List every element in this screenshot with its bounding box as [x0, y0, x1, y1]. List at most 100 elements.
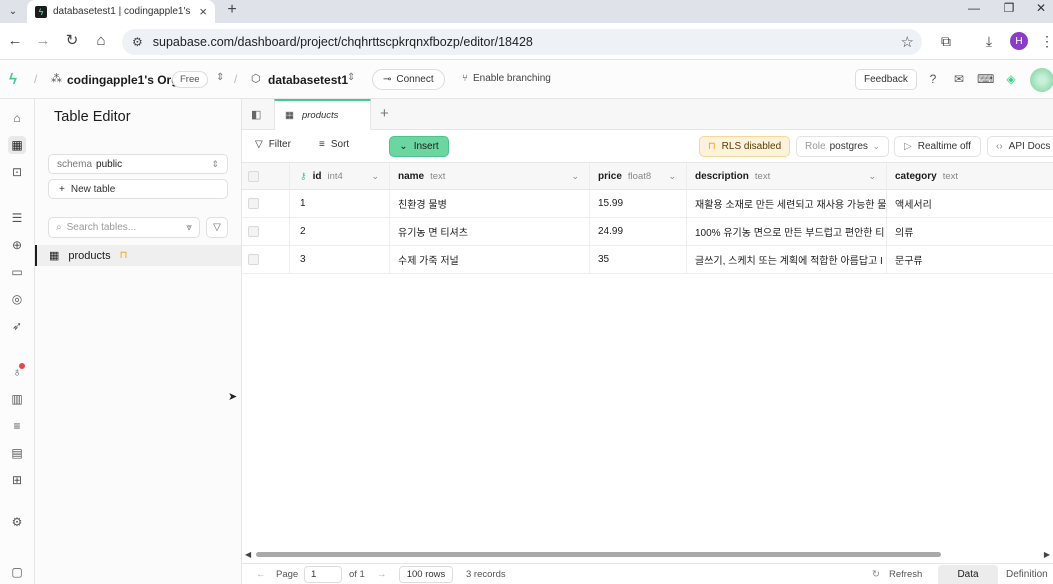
feedback-button[interactable]: Feedback — [855, 69, 917, 90]
chevron-down-icon[interactable]: ⌄ — [571, 171, 579, 182]
bookmark-star-icon[interactable]: ☆ — [901, 33, 914, 51]
settings-gear-icon[interactable]: ⚙ — [8, 513, 26, 531]
site-info-icon[interactable]: ⚙ — [132, 35, 143, 49]
cell-id[interactable]: 1 — [290, 190, 390, 217]
connect-button[interactable]: ⊸ Connect — [372, 69, 445, 90]
integrations-icon[interactable]: ⊞ — [8, 471, 26, 489]
back-arrow-icon[interactable]: ← — [6, 33, 24, 49]
row-checkbox-cell[interactable] — [242, 246, 290, 273]
cell-price[interactable]: 15.99 — [590, 190, 687, 217]
realtime-button[interactable]: ▷ Realtime off — [894, 136, 981, 157]
help-icon[interactable]: ? — [925, 72, 941, 86]
cell-id[interactable]: 2 — [290, 218, 390, 245]
table-editor-icon[interactable]: ▦ — [8, 136, 26, 154]
sort-chevrons-icon[interactable]: ⩔ — [186, 222, 192, 233]
table-row[interactable]: 2 유기농 면 티셔츠 24.99 100% 유기농 면으로 만든 부드럽고 편… — [242, 218, 1053, 246]
column-header-id[interactable]: ⚷ id int4 ⌄ — [290, 163, 390, 189]
org-switcher-chevron-icon[interactable]: ⇕ — [216, 72, 224, 83]
org-name[interactable]: codingapple1's Org — [67, 73, 179, 87]
cell-name[interactable]: 유기농 면 티셔츠 — [390, 218, 590, 245]
restore-window-icon[interactable]: ❐ — [999, 1, 1019, 19]
reload-icon[interactable]: ↻ — [63, 33, 81, 49]
cell-price[interactable]: 24.99 — [590, 218, 687, 245]
checkbox[interactable] — [248, 170, 259, 182]
browser-tab[interactable]: ϟ databasetest1 | codingapple1's O × — [27, 0, 215, 23]
profile-avatar[interactable]: H — [1010, 32, 1028, 50]
collapse-sidebar-icon[interactable]: ▢ — [8, 563, 26, 581]
chevron-down-icon[interactable]: ⌄ — [668, 171, 676, 182]
horizontal-scrollbar[interactable]: ◀ ▶ — [242, 549, 1053, 560]
api-docs-button[interactable]: ‹› API Docs — [987, 136, 1053, 157]
checkbox[interactable] — [248, 254, 259, 265]
prev-page-arrow-icon[interactable]: ← — [256, 569, 266, 580]
table-row[interactable]: 3 수제 가죽 저널 35 글쓰기, 스케치 또는 계획에 적합한 아름답고 I… — [242, 246, 1053, 274]
role-select[interactable]: Role postgres ⌄ — [796, 136, 889, 157]
terminal-icon[interactable]: ⌨ — [977, 72, 994, 86]
filter-tables-button[interactable]: ▽ — [206, 217, 228, 238]
project-name[interactable]: databasetest1 — [268, 73, 348, 87]
cell-name[interactable]: 수제 가죽 저널 — [390, 246, 590, 273]
enable-branching-button[interactable]: ⑂ Enable branching — [462, 73, 551, 84]
checkbox[interactable] — [248, 198, 259, 209]
cell-category[interactable]: 문구류 — [887, 246, 1053, 273]
advisors-bulb-icon[interactable]: ♁ — [8, 363, 26, 381]
rls-disabled-button[interactable]: ⊓ RLS disabled — [699, 136, 790, 157]
sql-editor-icon[interactable]: ⊡ — [8, 163, 26, 181]
cell-description[interactable]: 100% 유기농 면으로 만든 부드럽고 편안한 티 — [687, 218, 887, 245]
new-table-button[interactable]: + New table — [48, 179, 228, 199]
refresh-icon[interactable]: ↻ — [872, 569, 880, 580]
table-row[interactable]: 1 친환경 물병 15.99 재활용 소재로 만든 세련되고 재사용 가능한 물… — [242, 190, 1053, 218]
tab-data[interactable]: Data — [938, 565, 998, 584]
chevron-down-icon[interactable]: ⌄ — [868, 171, 876, 182]
tab-search-chevron-icon[interactable]: ⌄ — [3, 1, 23, 21]
column-header-category[interactable]: category text — [887, 163, 1053, 189]
column-header-name[interactable]: name text ⌄ — [390, 163, 590, 189]
inbox-icon[interactable]: ✉ — [951, 72, 967, 86]
add-tab-icon[interactable]: + — [380, 105, 389, 122]
chevron-down-icon[interactable]: ⌄ — [371, 171, 379, 182]
cell-category[interactable]: 의류 — [887, 218, 1053, 245]
page-number-input[interactable]: 1 — [304, 566, 342, 583]
auth-lock-icon[interactable]: ⊕ — [8, 236, 26, 254]
api-docs-file-icon[interactable]: ▤ — [8, 444, 26, 462]
reports-chart-icon[interactable]: ▥ — [8, 390, 26, 408]
sidebar-item-products[interactable]: ▦ products ⊓ — [35, 245, 241, 266]
close-tab-icon[interactable]: × — [199, 4, 207, 19]
cell-description[interactable]: 글쓰기, 스케치 또는 계획에 적합한 아름답고 I — [687, 246, 887, 273]
new-tab-icon[interactable]: + — [223, 1, 241, 19]
home-icon[interactable]: ⌂ — [92, 33, 110, 49]
cell-price[interactable]: 35 — [590, 246, 687, 273]
home-icon[interactable]: ⌂ — [8, 109, 26, 127]
project-switcher-chevron-icon[interactable]: ⇕ — [347, 72, 355, 83]
close-window-icon[interactable]: ✕ — [1031, 1, 1051, 19]
scrollbar-thumb[interactable] — [256, 552, 941, 557]
database-icon[interactable]: ☰ — [8, 209, 26, 227]
next-page-arrow-icon[interactable]: → — [377, 569, 387, 580]
column-header-description[interactable]: description text ⌄ — [687, 163, 887, 189]
row-checkbox-cell[interactable] — [242, 218, 290, 245]
scroll-left-arrow-icon[interactable]: ◀ — [245, 550, 251, 559]
user-avatar[interactable] — [1030, 68, 1053, 92]
toggle-sidebar-icon[interactable]: ◧ — [251, 108, 261, 121]
cell-description[interactable]: 재활용 소재로 만든 세련되고 재사용 가능한 물 — [687, 190, 887, 217]
cell-category[interactable]: 액세서리 — [887, 190, 1053, 217]
edge-functions-icon[interactable]: ◎ — [8, 290, 26, 308]
insert-button[interactable]: ⌄ Insert — [389, 136, 449, 157]
sort-button[interactable]: ≡ Sort — [319, 139, 349, 150]
tab-definition[interactable]: Definition — [1006, 569, 1048, 580]
column-header-price[interactable]: price float8 ⌄ — [590, 163, 687, 189]
download-icon[interactable]: ⤓ — [980, 33, 998, 50]
scroll-right-arrow-icon[interactable]: ▶ — [1044, 550, 1050, 559]
cell-name[interactable]: 친환경 물병 — [390, 190, 590, 217]
url-omnibox[interactable]: ⚙ supabase.com/dashboard/project/chqhrtt… — [122, 29, 922, 55]
checkbox[interactable] — [248, 226, 259, 237]
storage-folder-icon[interactable]: ▭ — [8, 263, 26, 281]
search-tables-input[interactable]: ⌕ Search tables... ⩔ — [48, 217, 200, 238]
filter-button[interactable]: ▽ Filter — [255, 139, 291, 150]
rows-per-page-select[interactable]: 100 rows — [399, 566, 453, 583]
browser-menu-kebab-icon[interactable]: ⋮ — [1038, 33, 1053, 50]
minimize-window-icon[interactable]: — — [964, 1, 984, 19]
forward-arrow-icon[interactable]: → — [34, 33, 52, 49]
refresh-button[interactable]: Refresh — [889, 569, 922, 580]
assistant-icon[interactable]: ◈ — [1003, 72, 1019, 86]
